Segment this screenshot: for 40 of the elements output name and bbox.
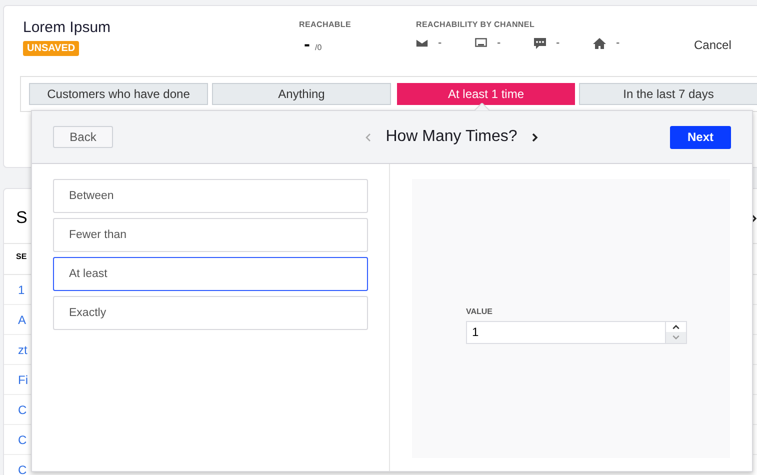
chevron-right-icon[interactable] (751, 214, 757, 222)
reachable-total: /0 (315, 43, 322, 52)
value-label: VALUE (466, 306, 494, 316)
envelope-icon (416, 38, 428, 48)
list-link[interactable]: C (18, 462, 27, 475)
channel-value: - (556, 37, 560, 49)
list-link[interactable]: Fi (18, 372, 28, 386)
value-field[interactable]: 1 (466, 320, 665, 344)
channel-label: REACHABILITY BY CHANNEL (416, 20, 536, 29)
reachable-label: REACHABLE (299, 20, 352, 29)
list-heading: S (16, 208, 28, 228)
option-button[interactable]: At least (53, 257, 368, 291)
list-link[interactable]: A (18, 312, 26, 326)
chat-icon (534, 38, 546, 48)
back-button[interactable]: Back (53, 126, 113, 148)
channel-value: - (438, 37, 442, 49)
list-link[interactable]: C (18, 402, 27, 416)
filter-chip[interactable]: In the last 7 days (579, 83, 757, 105)
option-button[interactable]: Fewer than (53, 218, 368, 252)
column-header: SE (16, 252, 27, 261)
segment-title: Lorem Ipsum (23, 19, 112, 36)
filter-chip[interactable]: At least 1 time (397, 83, 575, 105)
channel-value: - (616, 37, 620, 49)
next-button[interactable]: Next (670, 126, 731, 148)
list-link[interactable]: zt (18, 342, 28, 356)
list-link[interactable]: 1 (18, 282, 25, 296)
filter-chip[interactable]: Customers who have done (29, 83, 208, 105)
option-button[interactable]: Exactly (53, 296, 368, 330)
popover-title: How Many Times? (386, 128, 518, 146)
channel-value: - (497, 37, 501, 49)
cancel-button[interactable]: Cancel (694, 38, 732, 52)
monitor-icon (475, 38, 487, 48)
home-icon (593, 38, 606, 48)
spinner[interactable] (665, 320, 687, 344)
option-button[interactable]: Between (53, 179, 368, 213)
reachable-value: - (304, 34, 310, 55)
chevron-right-icon[interactable] (532, 132, 538, 142)
filter-chip[interactable]: Anything (212, 83, 391, 105)
status-badge: UNSAVED (23, 41, 80, 56)
list-link[interactable]: C (18, 432, 27, 446)
